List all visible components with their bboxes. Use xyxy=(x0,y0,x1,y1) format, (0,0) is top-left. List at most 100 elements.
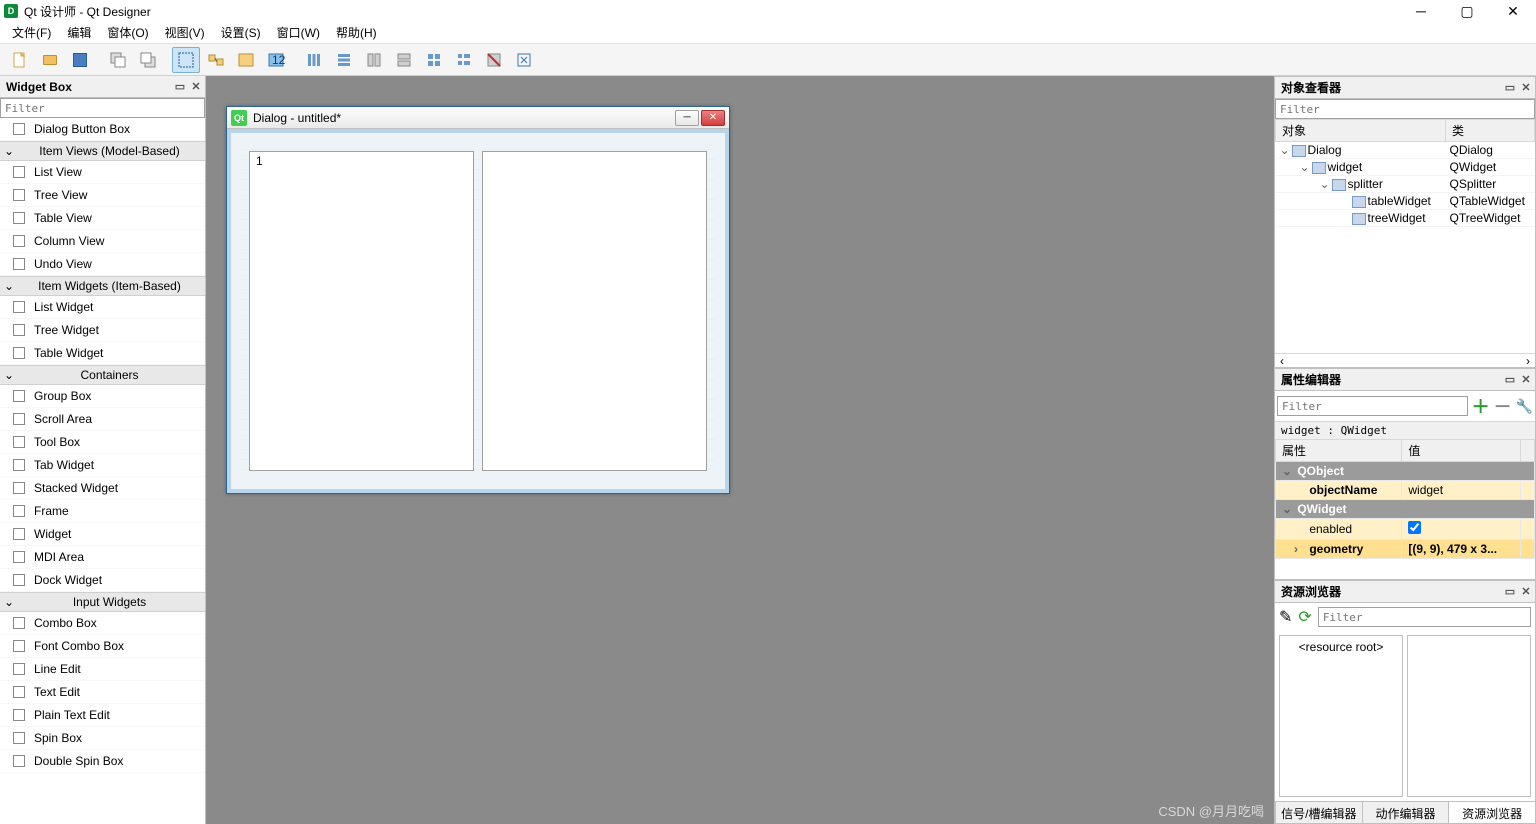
widget-item[interactable]: Tree Widget xyxy=(0,319,205,342)
dock-float-icon[interactable]: ▭ xyxy=(1503,373,1517,387)
widget-item[interactable]: Tree View xyxy=(0,184,205,207)
resource-preview[interactable] xyxy=(1407,635,1531,797)
adjust-size-button[interactable] xyxy=(510,47,538,73)
new-file-button[interactable] xyxy=(6,47,34,73)
layout-hsplitter-button[interactable] xyxy=(360,47,388,73)
edit-resources-icon[interactable]: ✎ xyxy=(1279,607,1292,627)
widget-item[interactable]: MDI Area xyxy=(0,546,205,569)
class-col-header[interactable]: 类 xyxy=(1446,120,1535,142)
menu-form[interactable]: 窗体(O) xyxy=(99,22,156,43)
object-tree[interactable]: 对象 类 ⌄DialogQDialog⌄widgetQWidget⌄splitt… xyxy=(1275,119,1535,353)
settings-icon[interactable]: 🔧 xyxy=(1516,398,1533,415)
resource-tree[interactable]: <resource root> xyxy=(1279,635,1403,797)
object-col-header[interactable]: 对象 xyxy=(1276,120,1446,142)
widget-item[interactable]: List View xyxy=(0,161,205,184)
table-widget-pane[interactable]: 1 xyxy=(249,151,474,471)
save-file-button[interactable] xyxy=(66,47,94,73)
object-row[interactable]: treeWidgetQTreeWidget xyxy=(1276,210,1535,227)
property-row[interactable]: objectNamewidget xyxy=(1276,481,1535,500)
widget-item[interactable]: Tab Widget xyxy=(0,454,205,477)
prop-value-header[interactable]: 值 xyxy=(1402,440,1521,462)
widget-category[interactable]: ⌄Item Views (Model-Based) xyxy=(0,141,205,161)
tab-action-editor[interactable]: 动作编辑器 xyxy=(1362,802,1449,823)
widget-item[interactable]: Undo View xyxy=(0,253,205,276)
layout-grid-button[interactable] xyxy=(420,47,448,73)
reload-icon[interactable]: ⟳ xyxy=(1298,607,1311,627)
design-canvas[interactable]: Qt Dialog - untitled* ─ ✕ 1 CSDN @月月吃喝 xyxy=(206,76,1274,824)
dock-close-icon[interactable]: ✕ xyxy=(1519,81,1533,95)
form-titlebar[interactable]: Qt Dialog - untitled* ─ ✕ xyxy=(227,107,729,129)
tree-widget-pane[interactable] xyxy=(482,151,707,471)
dock-close-icon[interactable]: ✕ xyxy=(189,80,203,94)
dock-close-icon[interactable]: ✕ xyxy=(1519,585,1533,599)
scroll-right-icon[interactable]: › xyxy=(1521,354,1535,367)
widget-box-list[interactable]: Dialog Button Box⌄Item Views (Model-Base… xyxy=(0,118,205,824)
widget-item[interactable]: Double Spin Box xyxy=(0,750,205,773)
object-row[interactable]: tableWidgetQTableWidget xyxy=(1276,193,1535,210)
menu-edit[interactable]: 编辑 xyxy=(59,22,99,43)
form-body[interactable]: 1 xyxy=(227,129,729,493)
bring-front-button[interactable] xyxy=(134,47,162,73)
property-checkbox[interactable] xyxy=(1408,521,1421,534)
widget-item[interactable]: Spin Box xyxy=(0,727,205,750)
property-row[interactable]: › geometry[(9, 9), 479 x 3... xyxy=(1276,540,1535,559)
object-inspector-filter[interactable] xyxy=(1275,99,1535,119)
resource-root[interactable]: <resource root> xyxy=(1282,638,1400,656)
widget-item[interactable]: Column View xyxy=(0,230,205,253)
form-close-button[interactable]: ✕ xyxy=(701,110,725,126)
layout-vertical-button[interactable] xyxy=(330,47,358,73)
dock-float-icon[interactable]: ▭ xyxy=(1503,81,1517,95)
layout-form-button[interactable] xyxy=(450,47,478,73)
property-filter[interactable] xyxy=(1277,396,1468,416)
widget-item[interactable]: Plain Text Edit xyxy=(0,704,205,727)
menu-view[interactable]: 视图(V) xyxy=(157,22,213,43)
widget-item[interactable]: Combo Box xyxy=(0,612,205,635)
prop-name-header[interactable]: 属性 xyxy=(1276,440,1402,462)
widget-item[interactable]: Group Box xyxy=(0,385,205,408)
dock-close-icon[interactable]: ✕ xyxy=(1519,373,1533,387)
widget-item[interactable]: Scroll Area xyxy=(0,408,205,431)
send-back-button[interactable] xyxy=(104,47,132,73)
widget-item[interactable]: Line Edit xyxy=(0,658,205,681)
widget-box-filter[interactable] xyxy=(0,98,205,118)
widget-category[interactable]: ⌄Input Widgets xyxy=(0,592,205,612)
layout-horizontal-button[interactable] xyxy=(300,47,328,73)
widget-item[interactable]: Table View xyxy=(0,207,205,230)
widget-item[interactable]: Tool Box xyxy=(0,431,205,454)
property-group[interactable]: ⌄ QObject xyxy=(1276,462,1535,481)
edit-widgets-button[interactable] xyxy=(172,47,200,73)
widget-item[interactable]: Font Combo Box xyxy=(0,635,205,658)
object-row[interactable]: ⌄splitterQSplitter xyxy=(1276,176,1535,193)
scroll-left-icon[interactable]: ‹ xyxy=(1275,354,1289,367)
menu-file[interactable]: 文件(F) xyxy=(4,22,59,43)
edit-tab-order-button[interactable]: 12 xyxy=(262,47,290,73)
tab-resource-browser[interactable]: 资源浏览器 xyxy=(1448,802,1535,823)
widget-item[interactable]: Frame xyxy=(0,500,205,523)
widget-item[interactable]: Text Edit xyxy=(0,681,205,704)
form-minimize-button[interactable]: ─ xyxy=(675,110,699,126)
widget-item[interactable]: Stacked Widget xyxy=(0,477,205,500)
widget-category[interactable]: ⌄Item Widgets (Item-Based) xyxy=(0,276,205,296)
widget-item[interactable]: Table Widget xyxy=(0,342,205,365)
break-layout-button[interactable] xyxy=(480,47,508,73)
widget-item[interactable]: Dock Widget xyxy=(0,569,205,592)
form-window[interactable]: Qt Dialog - untitled* ─ ✕ 1 xyxy=(226,106,730,494)
open-file-button[interactable] xyxy=(36,47,64,73)
object-row[interactable]: ⌄DialogQDialog xyxy=(1276,142,1535,159)
dock-float-icon[interactable]: ▭ xyxy=(173,80,187,94)
widget-item[interactable]: List Widget xyxy=(0,296,205,319)
window-minimize-button[interactable]: ─ xyxy=(1398,0,1444,22)
tab-signal-slot[interactable]: 信号/槽编辑器 xyxy=(1275,802,1362,823)
widget-category[interactable]: ⌄Containers xyxy=(0,365,205,385)
remove-property-icon[interactable]: － xyxy=(1494,393,1512,419)
layout-vsplitter-button[interactable] xyxy=(390,47,418,73)
dock-float-icon[interactable]: ▭ xyxy=(1503,585,1517,599)
edit-signals-button[interactable] xyxy=(202,47,230,73)
menu-settings[interactable]: 设置(S) xyxy=(213,22,269,43)
property-row[interactable]: enabled xyxy=(1276,519,1535,540)
property-group[interactable]: ⌄ QWidget xyxy=(1276,500,1535,519)
window-close-button[interactable]: ✕ xyxy=(1490,0,1536,22)
resource-filter[interactable] xyxy=(1318,607,1531,627)
menu-window[interactable]: 窗口(W) xyxy=(269,22,328,43)
add-property-icon[interactable]: ＋ xyxy=(1472,393,1490,419)
